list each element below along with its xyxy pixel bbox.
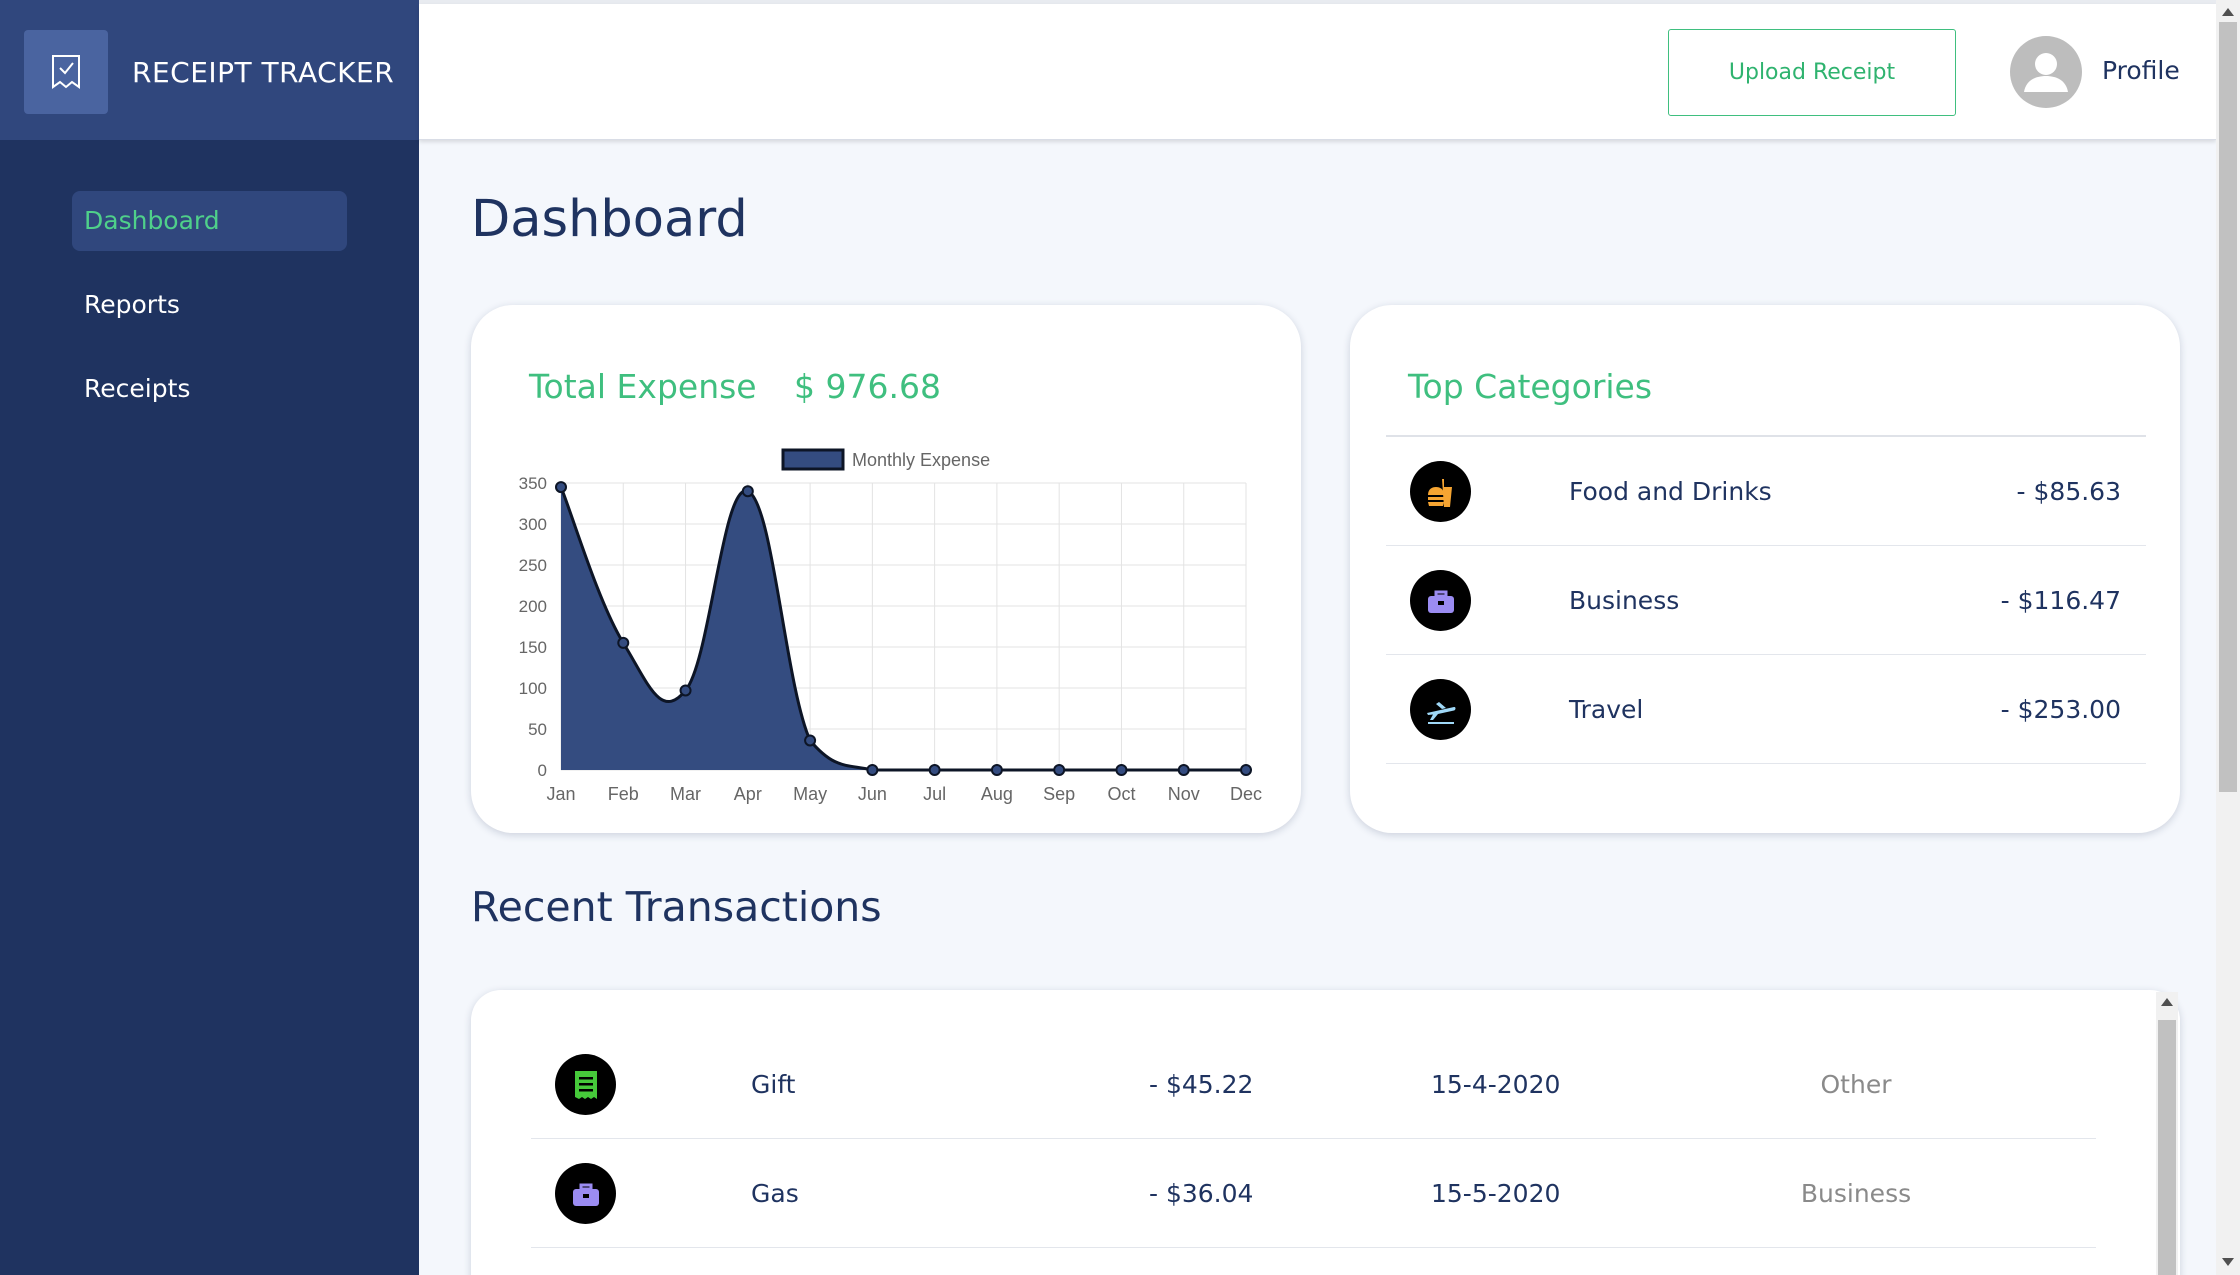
y-tick-label: 350 bbox=[519, 474, 547, 493]
sidebar-item-dashboard[interactable]: Dashboard bbox=[72, 191, 347, 251]
upload-receipt-button[interactable]: Upload Receipt bbox=[1668, 29, 1956, 116]
scrollbar-thumb[interactable] bbox=[2158, 1020, 2176, 1275]
scrollbar-thumb[interactable] bbox=[2219, 22, 2237, 792]
data-point bbox=[1053, 764, 1066, 776]
transaction-amount: - $45.22 bbox=[1149, 1070, 1254, 1099]
sidebar-item-reports[interactable]: Reports bbox=[72, 275, 347, 335]
y-tick-label: 0 bbox=[538, 761, 547, 780]
category-row[interactable]: Food and Drinks - $85.63 bbox=[1386, 437, 2146, 546]
category-amount: - $85.63 bbox=[2016, 477, 2121, 506]
series-area bbox=[561, 487, 1246, 770]
y-tick-label: 300 bbox=[519, 515, 547, 534]
y-tick-label: 200 bbox=[519, 597, 547, 616]
transaction-row[interactable]: Gas - $36.04 15-5-2020 Business bbox=[531, 1139, 2096, 1248]
page-title: Dashboard bbox=[471, 190, 748, 249]
transaction-name: Gift bbox=[751, 1070, 796, 1099]
data-point bbox=[928, 764, 941, 776]
data-point bbox=[1240, 764, 1252, 776]
transaction-row[interactable]: Gift - $45.22 15-4-2020 Other bbox=[531, 1030, 2096, 1139]
sidebar-item-receipts[interactable]: Receipts bbox=[72, 359, 347, 419]
legend-swatch bbox=[781, 448, 845, 471]
category-amount: - $253.00 bbox=[2000, 695, 2121, 724]
food-drink-icon bbox=[1410, 461, 1471, 522]
x-tick-label: Mar bbox=[670, 784, 701, 804]
page-scrollbar[interactable] bbox=[2216, 0, 2240, 1275]
data-point bbox=[679, 684, 692, 697]
data-point bbox=[555, 481, 567, 494]
receipt-icon bbox=[555, 1054, 616, 1115]
category-name: Business bbox=[1569, 586, 1680, 615]
briefcase-icon bbox=[555, 1163, 616, 1224]
x-tick-label: Jul bbox=[923, 784, 946, 804]
recent-transactions-title: Recent Transactions bbox=[471, 883, 882, 931]
transaction-date: 15-5-2020 bbox=[1431, 1179, 1561, 1208]
transactions-scrollbar[interactable] bbox=[2156, 992, 2178, 1275]
user-icon[interactable] bbox=[2010, 36, 2082, 108]
scroll-up-arrow[interactable] bbox=[2222, 8, 2234, 16]
x-tick-label: Nov bbox=[1168, 784, 1200, 804]
monthly-expense-chart: 0 50 100 150 200 250 300 350 Jan Feb Mar Apr May Jun J… bbox=[519, 448, 1262, 804]
receipt-check-icon[interactable] bbox=[24, 30, 108, 114]
category-name: Food and Drinks bbox=[1569, 477, 1772, 506]
top-categories-title: Top Categories bbox=[1408, 367, 1653, 406]
transactions-list: Gift - $45.22 15-4-2020 Other Gas - $36.… bbox=[471, 990, 2180, 1275]
sidebar: RECEIPT TRACKER Dashboard Reports Receip… bbox=[0, 0, 419, 1275]
category-name: Travel bbox=[1569, 695, 1644, 724]
x-tick-label: Aug bbox=[981, 784, 1013, 804]
category-row[interactable]: Travel - $253.00 bbox=[1386, 655, 2146, 764]
legend-label: Monthly Expense bbox=[852, 450, 990, 470]
transaction-amount: - $36.04 bbox=[1149, 1179, 1254, 1208]
data-point bbox=[1115, 764, 1128, 776]
category-row[interactable]: Business - $116.47 bbox=[1386, 546, 2146, 655]
x-tick-label: Oct bbox=[1107, 784, 1135, 804]
scroll-up-arrow[interactable] bbox=[2161, 998, 2173, 1006]
y-tick-label: 150 bbox=[519, 638, 547, 657]
briefcase-icon bbox=[1410, 570, 1471, 631]
x-tick-label: Dec bbox=[1230, 784, 1262, 804]
x-tick-label: Sep bbox=[1043, 784, 1075, 804]
transaction-category: Other bbox=[1820, 1070, 1892, 1099]
transaction-category: Business bbox=[1800, 1179, 1912, 1208]
x-tick-label: Apr bbox=[734, 784, 762, 804]
transaction-name: Gas bbox=[751, 1179, 799, 1208]
top-categories-card: Top Categories Food and Drinks - $85.63 … bbox=[1350, 305, 2180, 833]
x-tick-label: Feb bbox=[608, 784, 639, 804]
profile-link[interactable]: Profile bbox=[2102, 56, 2180, 85]
x-tick-label: May bbox=[793, 784, 827, 804]
x-tick-label: Jan bbox=[546, 784, 575, 804]
y-tick-label: 250 bbox=[519, 556, 547, 575]
airplane-icon bbox=[1410, 679, 1471, 740]
x-tick-label: Jun bbox=[858, 784, 887, 804]
y-tick-label: 100 bbox=[519, 679, 547, 698]
app-title: RECEIPT TRACKER bbox=[132, 56, 395, 89]
transaction-date: 15-4-2020 bbox=[1431, 1070, 1561, 1099]
data-point bbox=[741, 485, 754, 498]
data-point bbox=[866, 764, 879, 776]
total-expense-card: Total Expense $ 976.68 0 50 100 150 200 250 30… bbox=[471, 305, 1301, 833]
category-amount: - $116.47 bbox=[2000, 586, 2121, 615]
data-point bbox=[1177, 764, 1190, 776]
data-point bbox=[617, 636, 630, 649]
brand-header: RECEIPT TRACKER bbox=[0, 0, 419, 140]
data-point bbox=[804, 734, 817, 747]
scroll-down-arrow[interactable] bbox=[2222, 1258, 2234, 1266]
data-point bbox=[990, 764, 1003, 776]
y-tick-label: 50 bbox=[528, 720, 547, 739]
